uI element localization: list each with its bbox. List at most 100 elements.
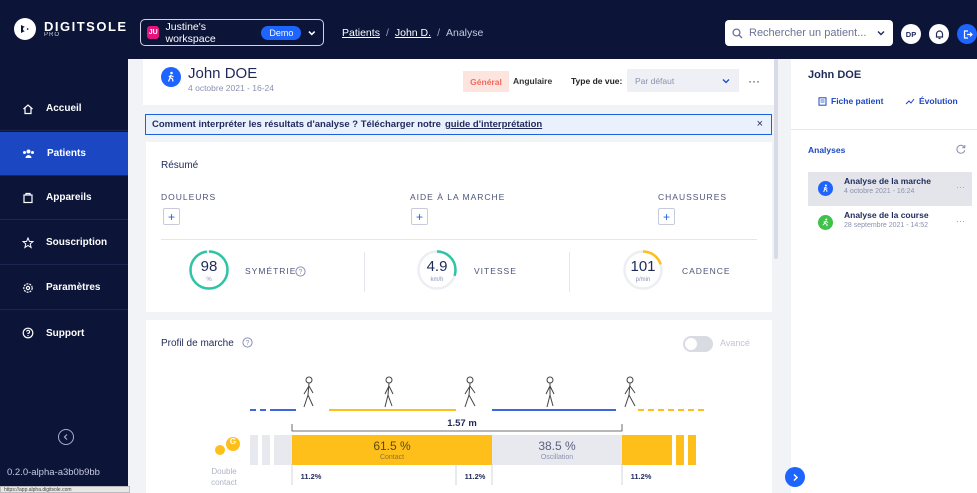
logo-icon <box>14 18 36 40</box>
info-text: Comment interpréter les résultats d'anal… <box>152 119 441 130</box>
summary-title: Résumé <box>161 160 199 171</box>
add-shoes-button[interactable]: + <box>658 208 675 225</box>
demo-badge: Demo <box>261 25 302 40</box>
divider <box>364 252 365 292</box>
analysis-title: Analyse de la marche <box>844 176 931 186</box>
symmetry-value: 98 <box>200 258 218 275</box>
nav-label: Support <box>46 327 85 339</box>
gait-profile-card: Profil de marche ? Avancé G 1.57 m 61.5 … <box>146 320 772 493</box>
subscription-icon <box>22 236 34 249</box>
patient-name: John DOE <box>188 65 258 82</box>
summary-card: Résumé DOULEURS AIDE À LA MARCHE CHAUSSU… <box>146 142 772 312</box>
nav-item-patients[interactable]: Patients <box>0 132 128 176</box>
symmetry-gauge: 98 % <box>188 249 230 291</box>
brand-name: DIGITSOLE <box>44 18 128 34</box>
evolution-icon <box>905 98 915 104</box>
help-icon[interactable]: ? <box>295 266 306 277</box>
evolution-label: Évolution <box>919 96 958 106</box>
phase-bar <box>688 435 696 465</box>
support-icon <box>22 327 34 339</box>
notifications-button[interactable] <box>929 24 949 44</box>
workspace-icon: JU <box>147 26 160 39</box>
nav-item-parametres[interactable]: Paramètres <box>0 266 128 310</box>
expand-panel-button[interactable] <box>785 467 805 487</box>
add-walking-aid-button[interactable]: + <box>411 208 428 225</box>
breadcrumb-patients[interactable]: Patients <box>342 27 380 39</box>
oscillation-label: Oscillation <box>540 454 574 461</box>
more-options-button[interactable]: ··· <box>748 71 760 92</box>
devices-icon <box>23 192 33 203</box>
walker-figure <box>545 376 555 408</box>
guide-link[interactable]: guide d'interprétation <box>445 119 542 130</box>
tab-general[interactable]: Général <box>463 71 509 92</box>
logout-button[interactable] <box>957 24 977 44</box>
cadence-value: 101 <box>630 258 656 275</box>
category-label: DOULEURS <box>161 192 217 202</box>
chevron-down-icon <box>877 31 885 36</box>
view-type-select[interactable]: Par défaut <box>627 69 739 92</box>
chevron-down-icon <box>722 78 730 83</box>
tab-angular[interactable]: Angulaire <box>513 71 552 92</box>
speed-label: VITESSE <box>474 266 517 276</box>
patient-file-button[interactable]: Fiche patient <box>818 96 883 106</box>
contact-bar <box>622 435 672 465</box>
stride-length: 1.57 m <box>447 418 477 429</box>
workspace-selector[interactable]: JU Justine's workspace Demo <box>140 19 324 46</box>
category-label: AIDE À LA MARCHE <box>410 192 506 202</box>
file-icon <box>818 96 827 106</box>
more-options-button[interactable]: ··· <box>956 182 965 192</box>
add-pain-button[interactable]: + <box>163 208 180 225</box>
right-panel: John DOE Fiche patient Évolution Analyse… <box>791 59 977 493</box>
brand-logo[interactable]: DIGITSOLE PRO <box>14 18 128 40</box>
panel-patient-name: John DOE <box>808 69 862 81</box>
close-banner-button[interactable]: × <box>757 118 763 130</box>
analysis-item-run[interactable]: Analyse de la course 28 septembre 2021 -… <box>808 206 972 240</box>
nav-item-appareils[interactable]: Appareils <box>0 176 128 220</box>
nav-item-accueil[interactable]: Accueil <box>0 87 128 131</box>
running-icon <box>818 215 833 230</box>
phase-bar <box>676 435 684 465</box>
oscillation-value: 38.5 % <box>538 439 576 453</box>
double-contact-value: 11.2% <box>464 472 486 481</box>
breadcrumb-current: Analyse <box>445 27 484 39</box>
nav-label: Appareils <box>46 192 92 203</box>
breadcrumb-patient[interactable]: John D. <box>395 27 431 39</box>
analysis-item-walk[interactable]: Analyse de la marche 4 octobre 2021 - 16… <box>808 172 972 206</box>
patient-search[interactable]: Rechercher un patient... <box>725 20 893 46</box>
double-contact-value: 11.2% <box>300 472 322 481</box>
patient-header: John DOE 4 octobre 2021 - 16-24 Général … <box>143 59 774 105</box>
walker-figure <box>303 376 314 408</box>
more-options-button[interactable]: ··· <box>956 216 965 226</box>
settings-icon <box>23 282 33 293</box>
nav-label: Souscription <box>46 237 108 248</box>
nav-item-support[interactable]: Support <box>0 311 128 355</box>
foot-icon <box>215 445 225 455</box>
category-label: CHAUSSURES <box>658 192 728 202</box>
nav-label: Paramètres <box>46 282 101 293</box>
patient-file-label: Fiche patient <box>831 96 884 106</box>
divider <box>161 239 757 240</box>
nav-label: Patients <box>47 148 86 159</box>
search-icon <box>732 27 743 38</box>
walking-icon <box>818 181 833 196</box>
analysis-title: Analyse de la course <box>844 210 929 220</box>
phase-bar-grey <box>250 435 258 465</box>
status-url: https://app.alpha.digitsole.com <box>0 486 130 493</box>
collapse-sidebar-button[interactable] <box>58 429 74 445</box>
user-avatar[interactable]: DP <box>901 24 921 44</box>
evolution-button[interactable]: Évolution <box>905 96 958 106</box>
nav-item-souscription[interactable]: Souscription <box>0 221 128 265</box>
symmetry-label: SYMÉTRIE <box>245 266 297 276</box>
patients-icon <box>23 149 34 158</box>
home-icon <box>23 103 33 114</box>
contact-label: Contact <box>379 454 405 461</box>
view-type-label: Type de vue: <box>571 76 623 86</box>
cadence-label: CADENCE <box>682 266 731 276</box>
breadcrumb-separator: / <box>437 27 440 39</box>
phase-bar-grey <box>274 435 292 465</box>
refresh-icon[interactable] <box>955 143 967 155</box>
scrollbar[interactable] <box>774 59 778 259</box>
speed-unit: km/h <box>430 277 444 283</box>
cadence-gauge: 101 p/min <box>622 249 664 291</box>
divider <box>569 252 570 292</box>
